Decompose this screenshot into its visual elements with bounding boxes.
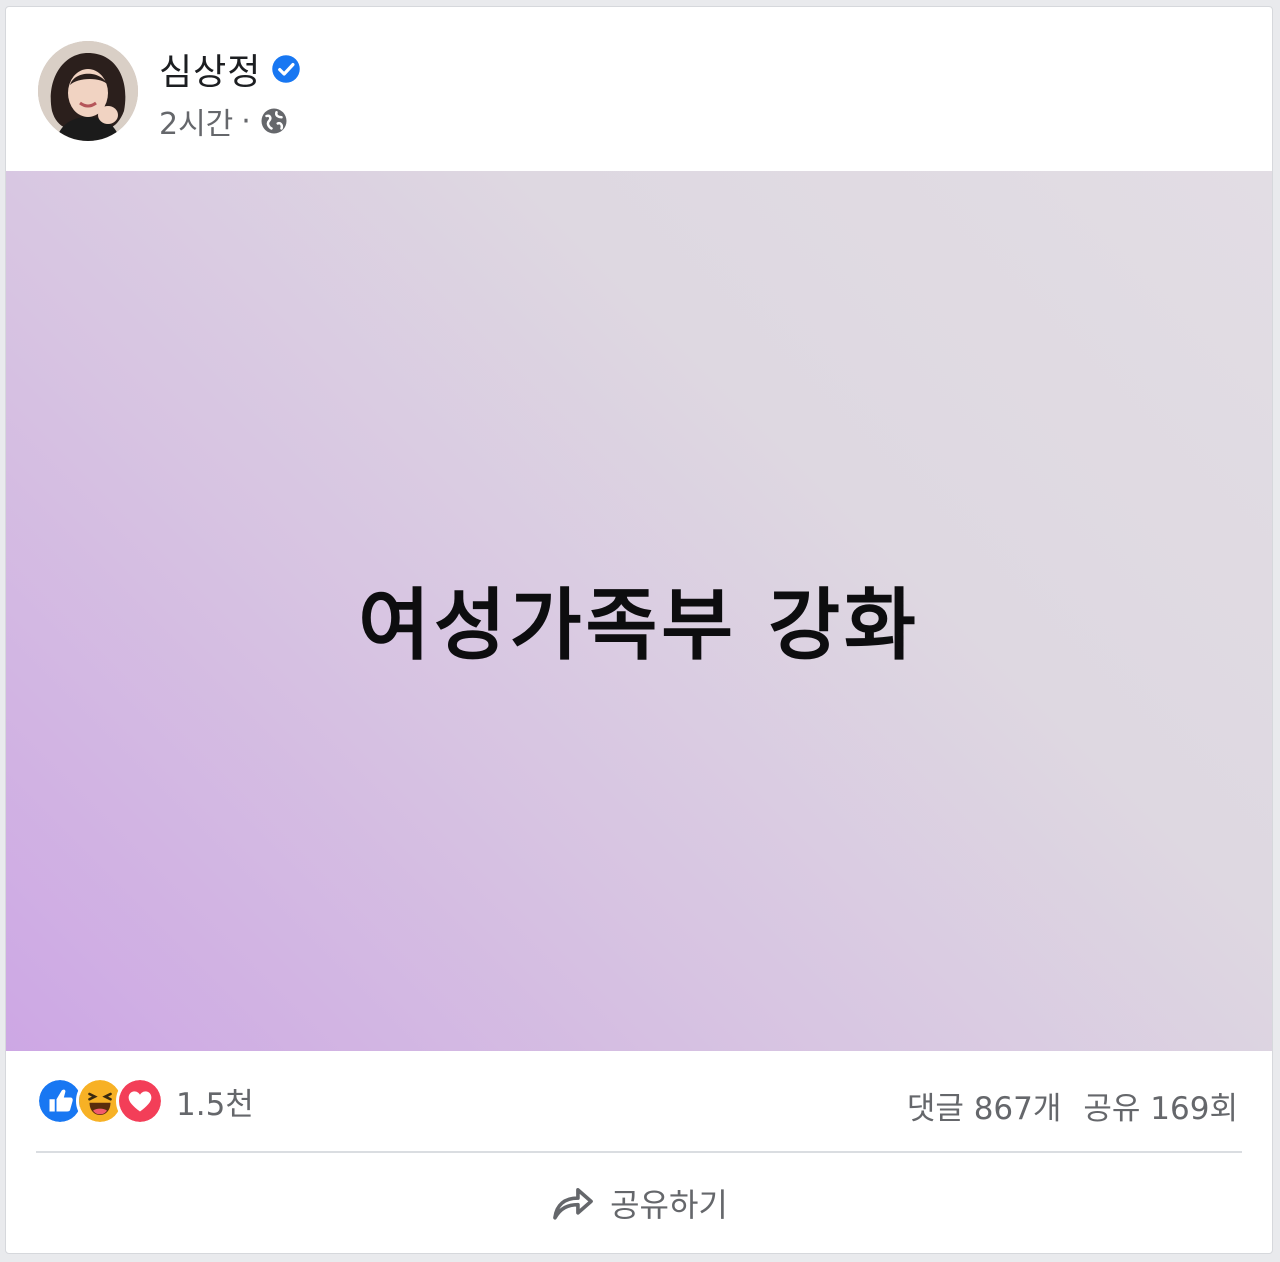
post-stats: 1.5천 댓글 867개 공유 169회 [6, 1051, 1272, 1151]
love-icon [116, 1077, 164, 1125]
post-background: 여성가족부 강화 [6, 171, 1272, 1051]
post-header: 심상정 2시간 · [6, 7, 1272, 171]
avatar[interactable] [38, 41, 138, 141]
post-time[interactable]: 2시간 [159, 99, 233, 143]
engagement-counts: 댓글 867개 공유 169회 [907, 1083, 1238, 1128]
divider [36, 1151, 1242, 1153]
share-arrow-icon [553, 1188, 593, 1220]
author-row: 심상정 [159, 43, 301, 95]
post-card: 심상정 2시간 · 여성가족부 강화 1.5천 댓글 867개 공유 169회 … [5, 6, 1273, 1254]
verified-badge-icon [272, 55, 301, 83]
reactions[interactable]: 1.5천 [36, 1077, 254, 1125]
reaction-count[interactable]: 1.5천 [176, 1079, 254, 1124]
share-count[interactable]: 공유 169회 [1083, 1083, 1238, 1128]
share-label: 공유하기 [610, 1186, 728, 1224]
meta-separator: · [241, 103, 251, 139]
comment-count[interactable]: 댓글 867개 [907, 1083, 1062, 1128]
share-button[interactable]: 공유하기 [6, 1169, 1272, 1237]
post-meta: 2시간 · [159, 99, 289, 143]
globe-icon[interactable] [259, 106, 289, 136]
author-name[interactable]: 심상정 [159, 43, 261, 95]
post-text: 여성가족부 강화 [358, 581, 920, 671]
